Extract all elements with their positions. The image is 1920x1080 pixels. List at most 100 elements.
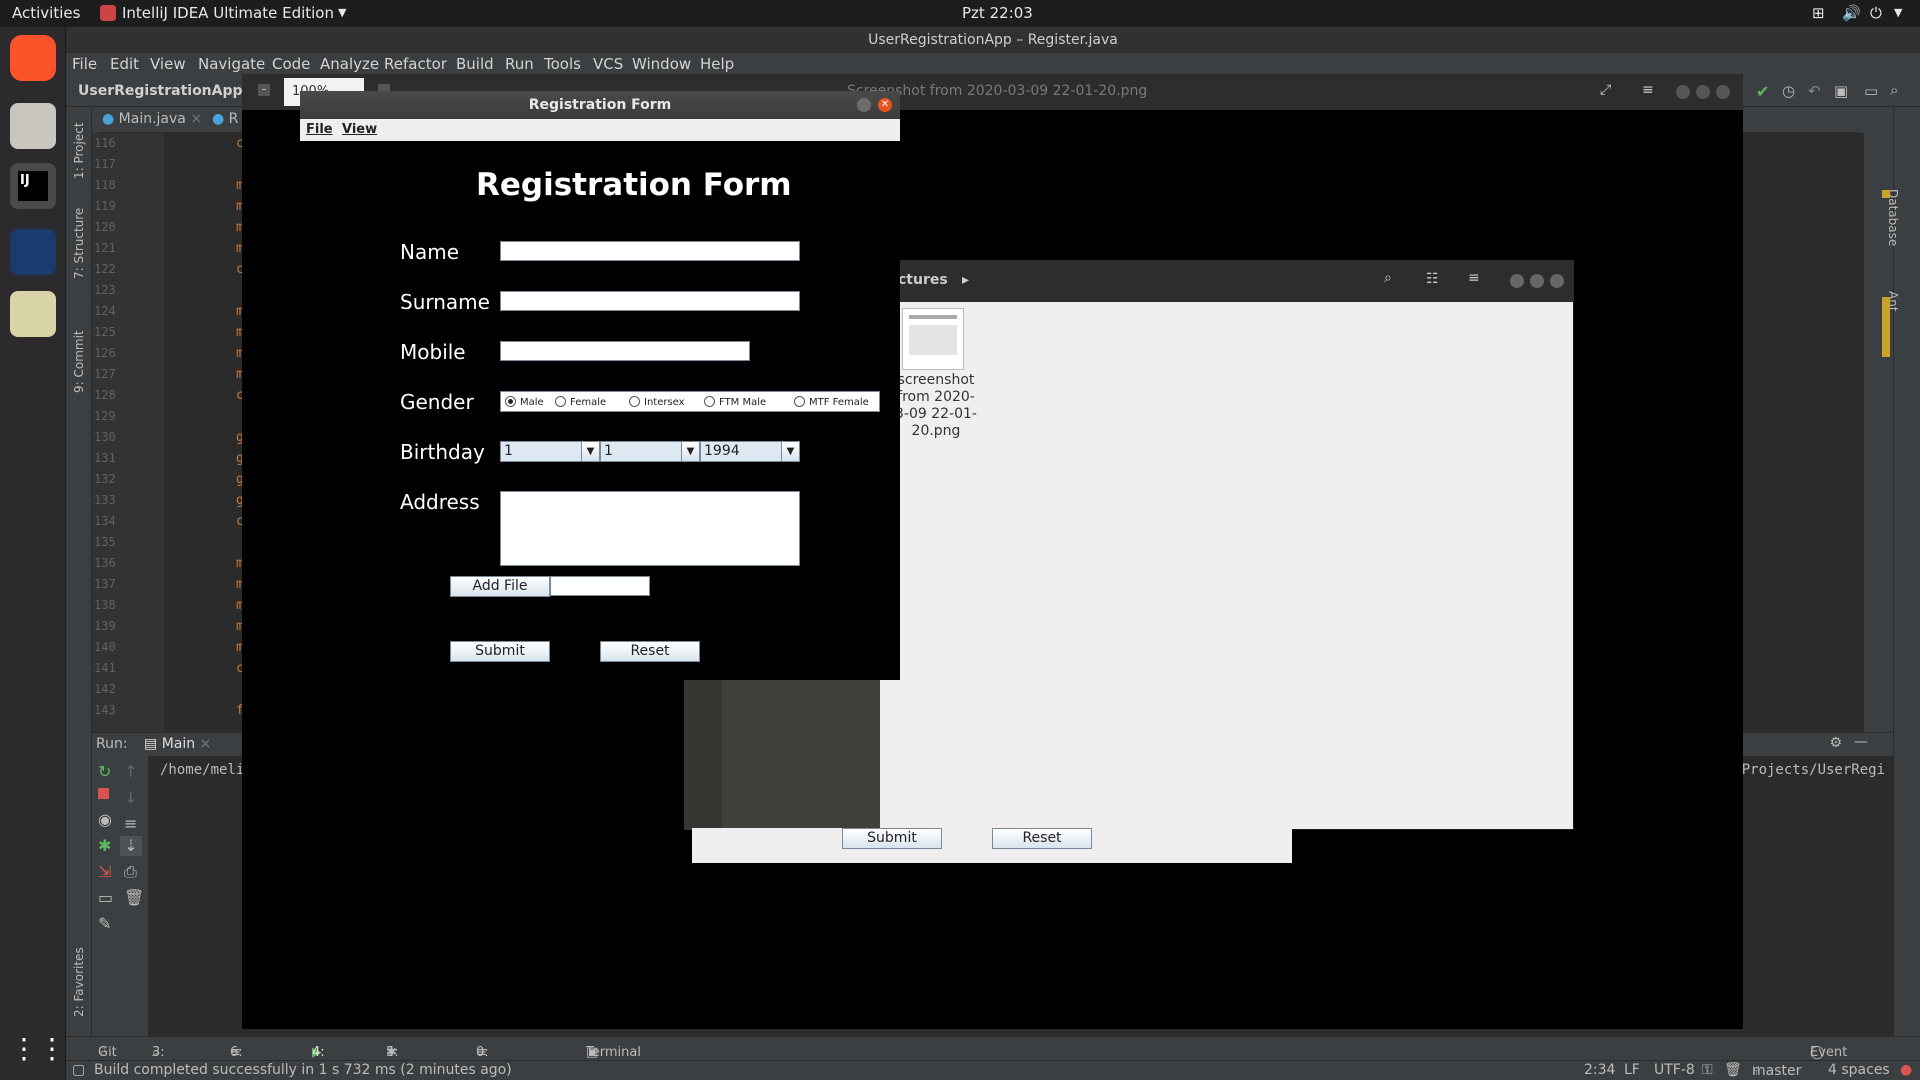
maximize-button[interactable]: [1530, 274, 1544, 288]
menu-edit[interactable]: Edit: [110, 55, 139, 73]
menu-file[interactable]: File: [72, 55, 97, 73]
activities-button[interactable]: Activities: [12, 4, 80, 22]
close-button[interactable]: [1716, 85, 1730, 99]
menu-refactor[interactable]: Refactor: [384, 55, 447, 73]
favorites-tool-tab[interactable]: 2: Favorites: [72, 947, 86, 1017]
path-segment[interactable]: ctures: [898, 272, 948, 288]
scroll-to-end-icon[interactable]: ⇣: [120, 836, 142, 856]
exit-icon[interactable]: ⇲: [98, 862, 111, 881]
menu-icon[interactable]: ≡: [1468, 270, 1480, 286]
debug-icon[interactable]: ✱: [98, 836, 111, 855]
soft-wrap-icon[interactable]: ≡: [124, 814, 137, 833]
volume-icon[interactable]: 🔊: [1842, 4, 1861, 22]
name-field[interactable]: [500, 241, 800, 261]
mysql-workbench-icon[interactable]: [10, 229, 56, 275]
mobile-field[interactable]: [500, 341, 750, 361]
commit-check-icon[interactable]: ✔: [1756, 82, 1769, 101]
stop-icon[interactable]: [98, 788, 109, 799]
error-icon[interactable]: ●: [1900, 1062, 1912, 1078]
chevron-down-icon[interactable]: ▼: [1894, 6, 1902, 19]
layout-icon[interactable]: ▭: [98, 888, 113, 907]
minimize-button[interactable]: [1510, 274, 1524, 288]
file-name-label[interactable]: screenshot from 2020- 3-09 22-01- 20.png: [890, 372, 982, 440]
layout-icon[interactable]: ▭: [1864, 82, 1878, 100]
camera-icon[interactable]: ◉: [98, 810, 112, 829]
gender-intersex-radio[interactable]: Intersex: [629, 396, 685, 408]
tab-main-java[interactable]: ● Main.java ×: [102, 111, 202, 127]
reset-button[interactable]: Reset: [600, 641, 700, 662]
down-arrow-icon[interactable]: ↓: [124, 788, 137, 807]
form-menu-view[interactable]: View: [342, 122, 377, 137]
clock[interactable]: Pzt 22:03: [962, 4, 1033, 22]
status-message[interactable]: Build completed successfully in 1 s 732 …: [94, 1062, 512, 1078]
chevron-right-icon[interactable]: ▸: [962, 272, 969, 288]
files-icon[interactable]: [10, 103, 56, 149]
fullscreen-icon[interactable]: ⤢: [1600, 82, 1611, 98]
close-icon[interactable]: ×: [200, 736, 212, 752]
image-viewer-icon[interactable]: [10, 291, 56, 337]
commit-tool-tab[interactable]: 9: Commit: [72, 330, 86, 393]
close-button[interactable]: [1550, 274, 1564, 288]
menu-navigate[interactable]: Navigate: [198, 55, 265, 73]
menu-vcs[interactable]: VCS: [593, 55, 623, 73]
close-icon[interactable]: ×: [190, 111, 202, 127]
form-menu-file[interactable]: File: [306, 122, 333, 137]
search-icon[interactable]: ⌕: [1890, 81, 1898, 99]
history-icon[interactable]: ◷: [1782, 82, 1795, 100]
network-icon[interactable]: ⊞: [1812, 4, 1825, 22]
menu-view[interactable]: View: [150, 55, 186, 73]
project-tool-tab[interactable]: 1: Project: [72, 122, 86, 179]
gender-ftm-radio[interactable]: FTM Male: [704, 396, 766, 408]
view-toggle-icon[interactable]: ☷: [1426, 271, 1439, 287]
tab-register-java[interactable]: ● R: [212, 111, 238, 127]
rollback-icon[interactable]: ↶: [1808, 82, 1821, 100]
gender-female-radio[interactable]: Female: [555, 396, 606, 408]
menu-window[interactable]: Window: [632, 55, 691, 73]
chevron-down-icon[interactable]: ▼: [338, 6, 346, 19]
print-icon[interactable]: ⎙: [124, 862, 137, 882]
pin-icon[interactable]: ✎: [98, 914, 111, 933]
background-reset-button[interactable]: Reset: [992, 828, 1092, 849]
search-icon[interactable]: ⌕: [1384, 270, 1392, 286]
gear-icon[interactable]: ⚙: [1829, 735, 1842, 751]
menu-icon[interactable]: ≡: [1642, 82, 1654, 98]
show-apps-icon[interactable]: ⋮⋮: [10, 1027, 66, 1073]
structure-tool-tab[interactable]: 7: Structure: [72, 208, 86, 279]
intellij-icon[interactable]: IJ: [10, 163, 56, 209]
address-textarea[interactable]: [500, 491, 800, 566]
menu-build[interactable]: Build: [456, 55, 494, 73]
caret-position[interactable]: 2:34: [1584, 1062, 1615, 1078]
trash-icon[interactable]: 🗑: [124, 888, 144, 907]
rerun-icon[interactable]: ↻: [98, 762, 111, 781]
birthday-day-select[interactable]: 1 ▼: [500, 441, 600, 462]
file-path-field[interactable]: [550, 576, 650, 596]
app-menu-button[interactable]: IntelliJ IDEA Ultimate Edition: [122, 4, 334, 22]
submit-button[interactable]: Submit: [450, 641, 550, 662]
menu-code[interactable]: Code: [272, 55, 310, 73]
minimize-icon[interactable]: —: [1854, 734, 1868, 750]
indent-setting[interactable]: 4 spaces: [1828, 1062, 1890, 1078]
background-submit-button[interactable]: Submit: [842, 828, 942, 849]
birthday-month-select[interactable]: 1 ▼: [600, 441, 700, 462]
maximize-button[interactable]: [1696, 85, 1710, 99]
gender-male-radio[interactable]: Male: [505, 396, 544, 408]
up-arrow-icon[interactable]: ↑: [124, 762, 137, 781]
project-breadcrumb[interactable]: UserRegistrationApp: [78, 83, 243, 99]
menu-help[interactable]: Help: [700, 55, 734, 73]
minus-icon[interactable]: –: [258, 84, 270, 96]
line-separator[interactable]: LF: [1624, 1062, 1640, 1078]
minimize-button[interactable]: [857, 98, 871, 112]
trash-icon[interactable]: 🗑: [1724, 1062, 1742, 1078]
brave-browser-icon[interactable]: [10, 35, 56, 81]
file-encoding[interactable]: UTF-8: [1654, 1062, 1695, 1078]
close-button[interactable]: ✕: [878, 98, 892, 112]
menu-analyze[interactable]: Analyze: [320, 55, 379, 73]
power-icon[interactable]: ⏻: [1870, 4, 1882, 22]
file-thumbnail[interactable]: [902, 308, 964, 370]
lock-icon[interactable]: ⚿: [1702, 1062, 1713, 1078]
surname-field[interactable]: [500, 291, 800, 311]
menu-tools[interactable]: Tools: [544, 55, 581, 73]
minimize-button[interactable]: [1676, 85, 1690, 99]
folder-icon[interactable]: ▣: [1834, 82, 1848, 100]
gender-mtf-radio[interactable]: MTF Female: [794, 396, 869, 408]
